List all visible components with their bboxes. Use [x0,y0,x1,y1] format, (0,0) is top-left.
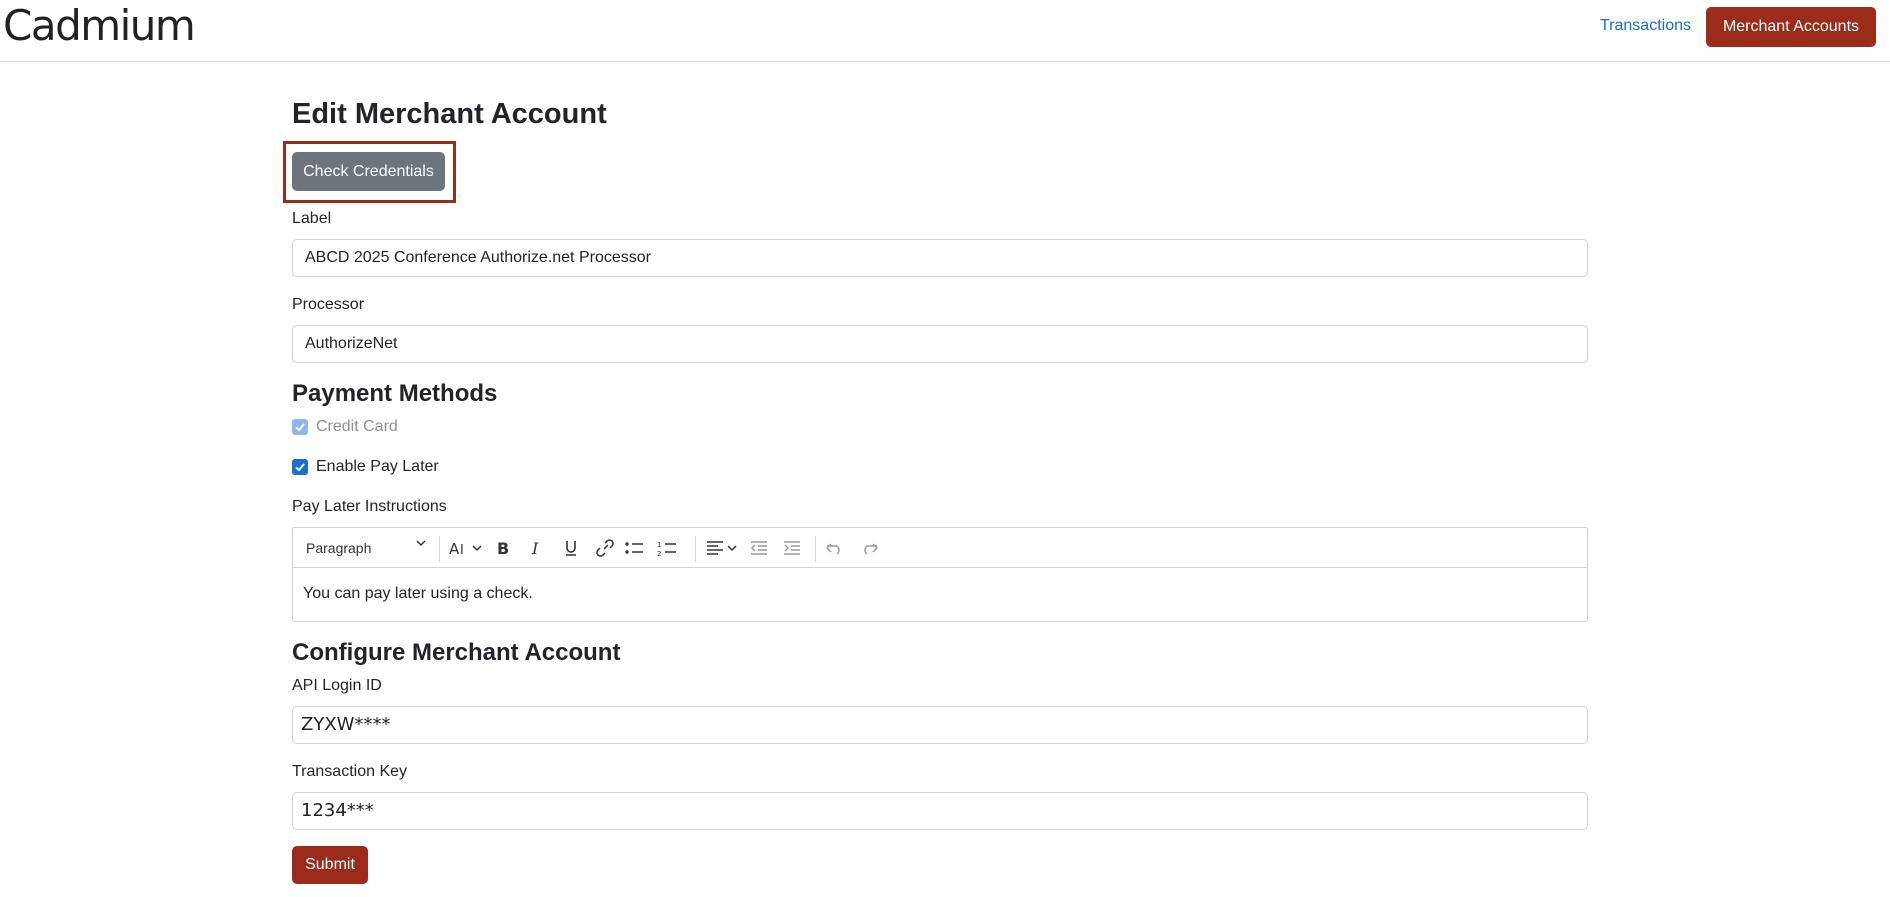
undo-icon[interactable] [824,537,846,559]
svg-text:I: I [460,543,464,557]
align-icon[interactable] [704,537,740,559]
svg-text:B: B [497,539,509,557]
brand-logo[interactable]: Cadmium [3,0,196,52]
transaction-key-label: Transaction Key [292,763,408,780]
underline-icon[interactable] [560,537,582,559]
indent-icon[interactable] [781,537,803,559]
page-title: Edit Merchant Account [292,98,607,130]
toolbar-divider [815,536,816,562]
font-size-icon[interactable]: AI [448,537,486,559]
processor-field-label: Processor [292,296,365,313]
outdent-icon[interactable] [748,537,770,559]
numbered-list-icon[interactable]: 12 [656,537,678,559]
api-login-id-input[interactable]: ZYXW**** [292,706,1588,744]
label-input[interactable]: ABCD 2025 Conference Authorize.net Proce… [292,239,1588,277]
link-icon[interactable] [594,537,616,559]
submit-button[interactable]: Submit [292,846,368,884]
credit-card-label: Credit Card [316,418,398,435]
label-field-label: Label [292,210,332,227]
paragraph-style-dropdown[interactable]: Paragraph [306,537,426,559]
paragraph-style-label: Paragraph [306,540,372,556]
payment-methods-heading: Payment Methods [292,380,498,407]
top-navbar: Cadmium Transactions Merchant Accounts [0,0,1890,62]
credit-card-checkbox [292,419,308,435]
api-login-id-label: API Login ID [292,677,382,694]
nav-transactions-link[interactable]: Transactions [1600,16,1691,36]
bold-icon[interactable]: B [492,537,514,559]
svg-text:I: I [531,539,539,557]
enable-pay-later-checkbox[interactable] [292,459,308,475]
enable-pay-later-label[interactable]: Enable Pay Later [316,457,439,477]
check-credentials-button[interactable]: Check Credentials [292,152,445,191]
configure-merchant-heading: Configure Merchant Account [292,639,621,666]
rich-text-editor: Paragraph AI B I 12 You can pay later us… [292,527,1588,622]
nav-merchant-accounts-button[interactable]: Merchant Accounts [1706,7,1876,47]
toolbar-divider [695,536,696,562]
editor-toolbar: Paragraph AI B I 12 [293,528,1587,568]
svg-text:1: 1 [657,541,661,549]
chevron-down-icon [416,540,426,547]
editor-content[interactable]: You can pay later using a check. [303,584,533,604]
processor-input[interactable]: AuthorizeNet [292,325,1588,363]
italic-icon[interactable]: I [526,537,548,559]
pay-later-instructions-label: Pay Later Instructions [292,498,447,515]
svg-text:A: A [449,540,460,557]
transaction-key-input[interactable]: 1234*** [292,792,1588,830]
checkmark-icon [295,463,305,472]
svg-text:2: 2 [657,550,661,557]
toolbar-divider [439,536,440,562]
bulleted-list-icon[interactable] [623,537,645,559]
checkmark-icon [295,423,305,432]
redo-icon[interactable] [858,537,880,559]
